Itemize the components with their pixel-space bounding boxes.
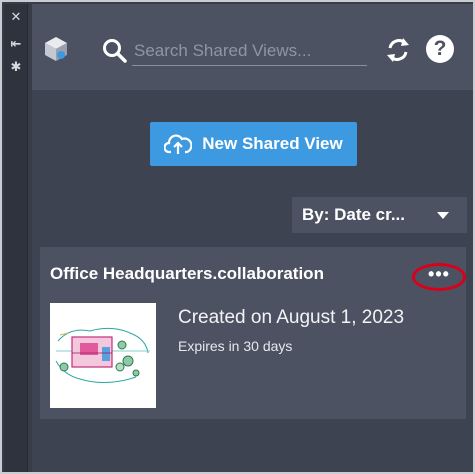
chevron-down-icon xyxy=(437,212,449,219)
new-shared-view-label: New Shared View xyxy=(202,134,343,153)
settings-icon[interactable]: ✱ xyxy=(8,59,24,75)
more-icon: ••• xyxy=(428,264,450,284)
expiry-text: Expires in 30 days xyxy=(178,338,293,354)
cloud-upload-icon xyxy=(164,134,193,154)
toolbar: ? xyxy=(32,4,473,90)
shared-view-card[interactable]: Office Headquarters.collaboration ••• Cr… xyxy=(40,247,466,419)
search-icon xyxy=(103,39,127,63)
shared-view-title: Office Headquarters.collaboration xyxy=(50,264,324,283)
drawing-thumbnail[interactable] xyxy=(50,303,156,408)
pin-icon[interactable]: ⇤ xyxy=(8,36,24,52)
cube-icon xyxy=(45,37,67,61)
palette-side-strip: ✕ ⇤ ✱ xyxy=(4,4,28,472)
search-input[interactable] xyxy=(132,36,367,66)
sort-label: By: Date cr... xyxy=(302,205,405,224)
shared-views-window: ✕ ⇤ ✱ ? xyxy=(0,0,475,474)
sync-icon[interactable] xyxy=(384,36,412,64)
help-icon[interactable]: ? xyxy=(426,35,454,63)
sort-dropdown[interactable]: By: Date cr... xyxy=(292,197,467,233)
shared-views-panel: ? New Shared View By: Date cr... Office … xyxy=(32,4,473,472)
close-icon[interactable]: ✕ xyxy=(8,9,24,25)
more-options-button[interactable]: ••• xyxy=(412,263,466,291)
new-shared-view-button[interactable]: New Shared View xyxy=(150,122,357,166)
created-date: Created on August 1, 2023 xyxy=(178,307,405,328)
